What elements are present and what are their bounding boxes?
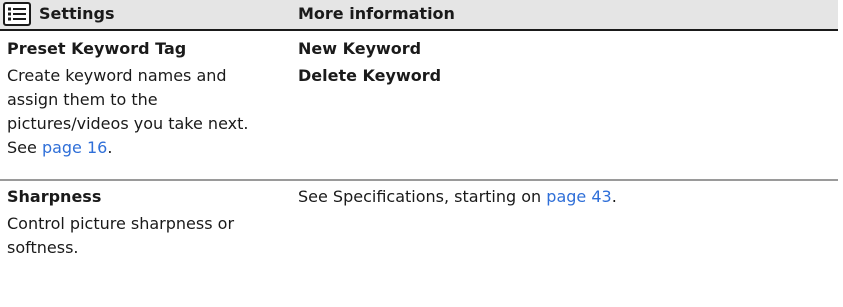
- header-settings-cell: Settings: [3, 2, 115, 26]
- more-info-delete-keyword: Delete Keyword: [298, 66, 442, 85]
- setting-description-preset-keyword-tag: Create keyword names and assign them to …: [7, 64, 289, 160]
- more-info-sharpness: See Specifications, starting on page 43.: [298, 185, 818, 209]
- see-suffix: .: [107, 138, 113, 157]
- page-16-link[interactable]: page 16: [42, 138, 107, 157]
- table-header: Settings More information: [0, 0, 838, 31]
- header-more-info-label: More information: [298, 4, 455, 23]
- see-prefix: See: [7, 138, 42, 157]
- more-info-new-keyword: New Keyword: [298, 39, 422, 58]
- description-line: softness.: [7, 238, 79, 257]
- setting-title-sharpness: Sharpness: [7, 187, 102, 206]
- page-43-link[interactable]: page 43: [546, 187, 611, 206]
- see-page-line: See page 16.: [7, 136, 289, 160]
- description-line: pictures/videos you take next.: [7, 114, 249, 133]
- menu-list-icon: [3, 2, 31, 26]
- description-line: Control picture sharpness or: [7, 214, 235, 233]
- row-divider: [0, 179, 838, 181]
- setting-title-preset-keyword-tag: Preset Keyword Tag: [7, 39, 187, 58]
- description-line: assign them to the: [7, 90, 158, 109]
- header-settings-label: Settings: [39, 4, 115, 23]
- more-info-prefix: See Specifications, starting on: [298, 187, 547, 206]
- description-line: Create keyword names and: [7, 66, 227, 85]
- settings-table: Settings More information Preset Keyword…: [0, 0, 838, 307]
- more-info-suffix: .: [611, 187, 617, 206]
- setting-description-sharpness: Control picture sharpness or softness.: [7, 212, 289, 260]
- header-more-info-cell: More information: [298, 2, 455, 26]
